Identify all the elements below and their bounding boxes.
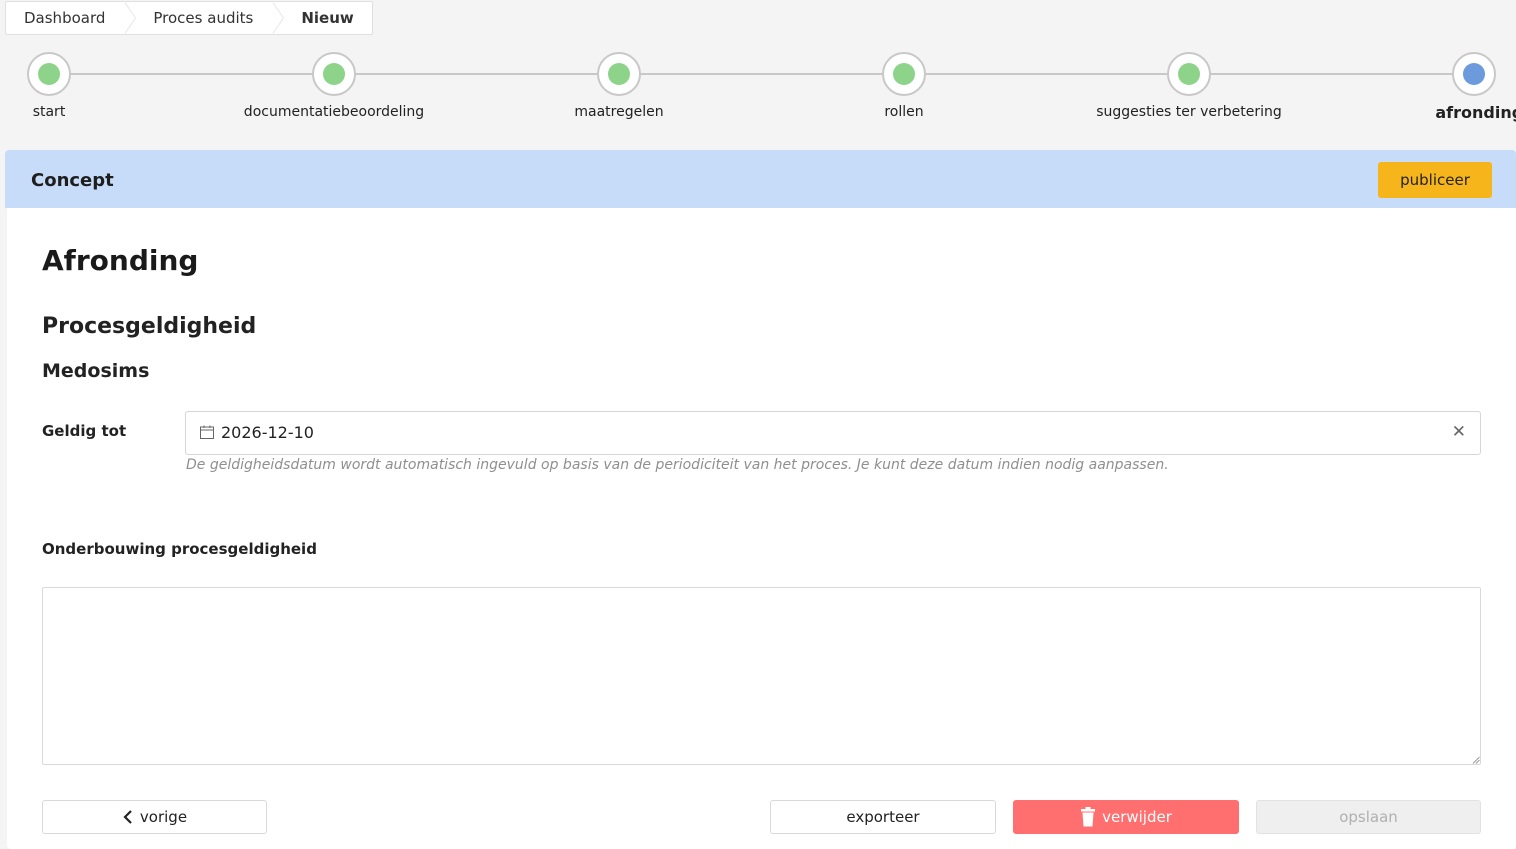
calendar-icon [200, 425, 214, 439]
trash-icon [1081, 807, 1096, 827]
breadcrumb-separator-icon [124, 2, 137, 34]
breadcrumb-label: Proces audits [153, 9, 254, 27]
step-circle [312, 52, 356, 96]
step-circle [27, 52, 71, 96]
step-circle [597, 52, 641, 96]
step-label: documentatiebeoordeling [243, 104, 425, 120]
step-done-icon [323, 63, 345, 85]
breadcrumb-item-nieuw: Nieuw [273, 2, 371, 34]
step-done-icon [893, 63, 915, 85]
subsection-title: Medosims [42, 360, 150, 382]
breadcrumb-item-dashboard[interactable]: Dashboard [6, 2, 137, 34]
breadcrumb: Dashboard Proces audits Nieuw [5, 1, 373, 35]
justification-textarea[interactable] [42, 587, 1481, 765]
valid-until-value: 2026-12-10 [221, 423, 314, 442]
resize-grip-icon[interactable] [1472, 756, 1480, 764]
previous-button[interactable]: vorige [42, 800, 267, 834]
breadcrumb-label: Dashboard [24, 9, 106, 27]
step-done-icon [1178, 63, 1200, 85]
breadcrumb-item-proces-audits[interactable]: Proces audits [125, 2, 285, 34]
valid-until-date-input[interactable]: 2026-12-10 ✕ [185, 411, 1481, 455]
delete-label: verwijder [1102, 808, 1172, 826]
delete-button[interactable]: verwijder [1013, 800, 1239, 834]
form-card: Afronding Procesgeldigheid Medosims Geld… [7, 208, 1516, 849]
status-banner: Concept publiceer [5, 150, 1516, 208]
export-button[interactable]: exporteer [770, 800, 996, 834]
status-title: Concept [31, 170, 114, 191]
valid-until-label: Geldig tot [42, 422, 127, 440]
step-done-icon [608, 63, 630, 85]
step-circle [1452, 52, 1496, 96]
step-label: suggesties ter verbetering [1096, 104, 1282, 120]
stepper-connector [48, 73, 1472, 75]
step-done-icon [38, 63, 60, 85]
step-label: rollen [884, 104, 924, 120]
export-label: exporteer [846, 808, 920, 826]
step-label: start [32, 104, 66, 120]
section-title: Procesgeldigheid [42, 314, 257, 339]
breadcrumb-separator-icon [272, 2, 285, 34]
valid-until-help: De geldigheidsdatum wordt automatisch in… [186, 457, 1169, 473]
step-label: afronding [1435, 103, 1516, 122]
save-label: opslaan [1339, 808, 1398, 826]
step-circle [882, 52, 926, 96]
chevron-left-icon [123, 810, 132, 824]
breadcrumb-label: Nieuw [301, 9, 354, 27]
save-button[interactable]: opslaan [1256, 800, 1481, 834]
step-label: maatregelen [574, 104, 664, 120]
step-circle [1167, 52, 1211, 96]
clear-icon[interactable]: ✕ [1452, 422, 1466, 442]
step-current-icon [1463, 63, 1485, 85]
page-title: Afronding [42, 244, 199, 277]
publish-button[interactable]: publiceer [1378, 162, 1492, 198]
justification-label: Onderbouwing procesgeldigheid [42, 540, 317, 558]
previous-label: vorige [139, 808, 188, 826]
